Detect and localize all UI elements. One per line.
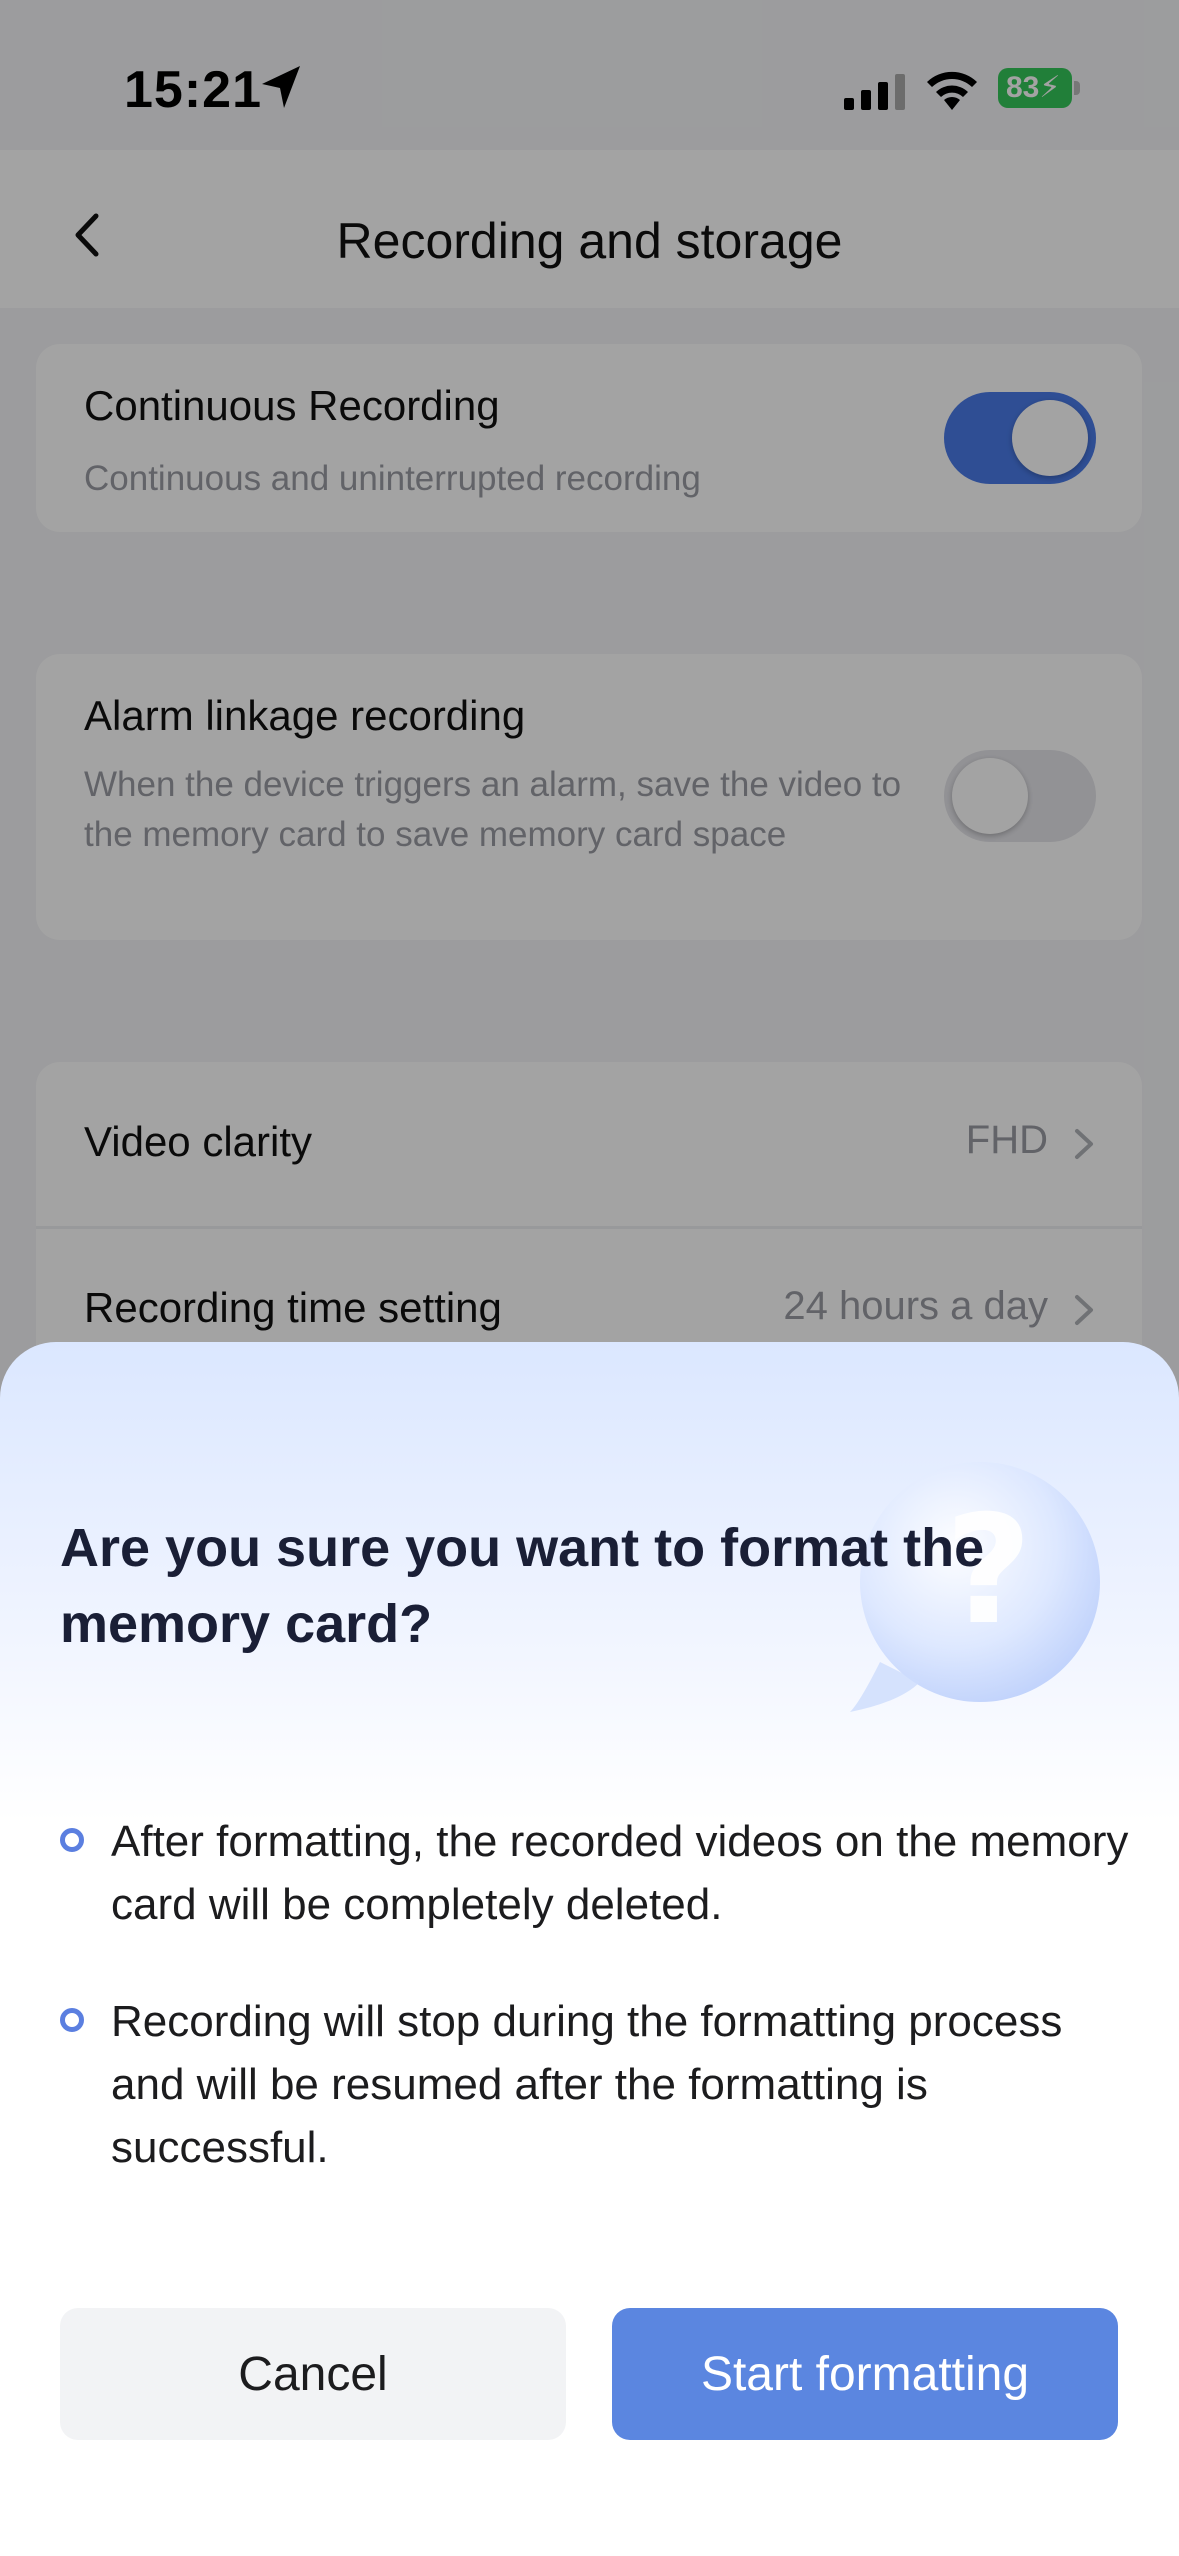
start-formatting-button[interactable]: Start formatting [612, 2308, 1118, 2440]
bullet-text: Recording will stop during the formattin… [111, 1997, 1063, 2172]
bullet-text: After formatting, the recorded videos on… [111, 1817, 1129, 1929]
cancel-button[interactable]: Cancel [60, 2308, 566, 2440]
format-confirm-sheet: ? Are you sure you want to format the me… [0, 1342, 1179, 2556]
dialog-title: Are you sure you want to format the memo… [60, 1518, 985, 1654]
bullet-dot [60, 2008, 84, 2032]
bullet-dot [60, 1828, 84, 1852]
